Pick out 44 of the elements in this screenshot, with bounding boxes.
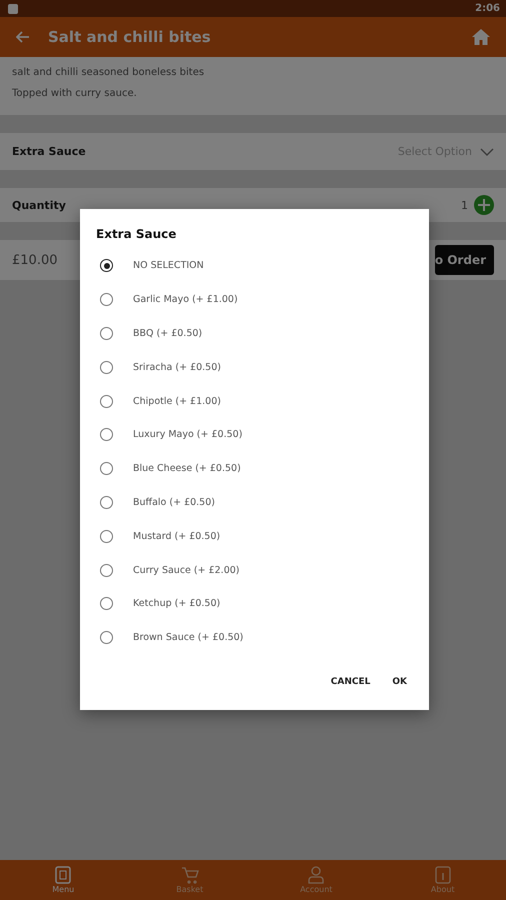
cart-icon — [180, 866, 199, 884]
home-icon[interactable] — [472, 29, 490, 45]
add-to-order-button[interactable]: o Order — [434, 245, 494, 275]
radio-option[interactable]: Garlic Mayo (+ £1.00) — [80, 282, 429, 317]
radio-button[interactable] — [100, 597, 113, 610]
radio-button[interactable] — [100, 530, 113, 543]
chevron-down-icon — [480, 148, 494, 156]
radio-button[interactable] — [100, 326, 113, 340]
radio-option[interactable]: Sriracha (+ £0.50) — [80, 350, 429, 384]
description-text: salt and chilli seasoned boneless bites — [12, 67, 206, 78]
radio-button[interactable] — [100, 293, 113, 306]
notification-icon — [8, 4, 18, 14]
radio-option[interactable]: Mustard (+ £0.50) — [80, 519, 429, 554]
radio-option[interactable]: Curry Sauce (+ £2.00) — [80, 553, 429, 587]
radio-button[interactable] — [100, 428, 113, 442]
radio-button[interactable] — [100, 631, 113, 644]
menu-book-icon — [55, 866, 72, 884]
dialog-button[interactable]: CANCEL — [326, 672, 374, 691]
radio-button[interactable] — [100, 564, 113, 577]
radio-button[interactable] — [100, 360, 113, 374]
radio-option[interactable]: Ketchup (+ £0.50) — [80, 586, 429, 621]
radio-option[interactable]: Chipotle (+ £1.00) — [80, 384, 429, 418]
quantity-label: Quantity — [12, 198, 66, 212]
radio-option[interactable]: Buffalo (+ £0.50) — [80, 486, 429, 520]
status-time: 2:06 — [475, 3, 500, 14]
radio-option[interactable]: NO SELECTION — [80, 249, 429, 283]
price-text: £10.00 — [12, 252, 58, 268]
dialog-button[interactable]: OK — [388, 672, 411, 691]
radio-option[interactable]: Blue Cheese (+ £0.50) — [80, 452, 429, 486]
radio-option[interactable]: Brown Sauce (+ £0.50) — [80, 620, 429, 655]
dialog-title: Extra Sauce — [95, 227, 178, 241]
back-arrow-icon[interactable] — [16, 31, 30, 43]
radio-option[interactable]: Luxury Mayo (+ £0.50) — [80, 418, 429, 452]
radio-button[interactable] — [100, 394, 113, 408]
person-icon — [308, 866, 324, 884]
description-text: Topped with curry sauce. — [12, 88, 138, 99]
radio-option[interactable]: BBQ (+ £0.50) — [80, 316, 429, 350]
radio-button[interactable] — [100, 496, 113, 509]
radio-button[interactable] — [100, 259, 113, 272]
info-icon — [434, 866, 451, 884]
app-bar-title: Salt and chilli bites — [48, 28, 212, 46]
plus-icon[interactable] — [474, 195, 494, 215]
quantity-value: 1 — [461, 198, 468, 212]
radio-button[interactable] — [100, 462, 113, 476]
